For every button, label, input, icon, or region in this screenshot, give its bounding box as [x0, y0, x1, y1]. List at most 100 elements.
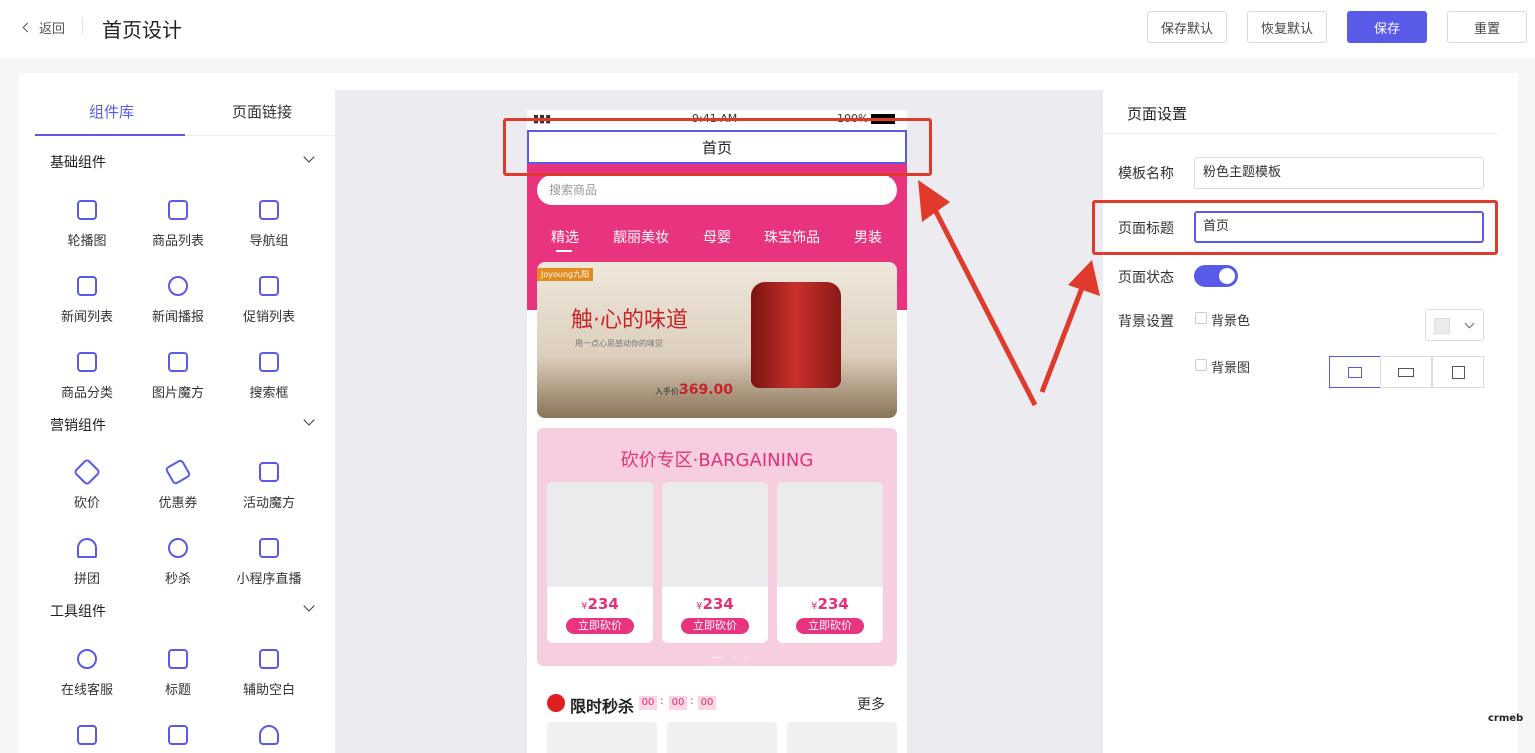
- comp-group-buy[interactable]: 拼团: [42, 538, 132, 587]
- countdown-seconds: 00: [698, 696, 716, 710]
- page-status-toggle[interactable]: [1194, 265, 1238, 287]
- banner-subtitle: 用一点心思感动你的味觉: [575, 339, 663, 348]
- divider: [82, 18, 83, 34]
- back-button[interactable]: 返回: [22, 18, 66, 37]
- bargain-button[interactable]: 立即砍价: [681, 618, 749, 634]
- colon: :: [690, 694, 694, 707]
- phone-tab[interactable]: 珠宝饰品: [764, 227, 820, 247]
- arrow-line: [1039, 279, 1088, 393]
- back-label: 返回: [39, 22, 66, 37]
- bargain-price: ¥234: [581, 595, 619, 613]
- image-icon: [259, 276, 279, 296]
- stretch-icon: [1398, 367, 1414, 377]
- comp-promo-list[interactable]: 促销列表: [224, 276, 314, 325]
- component-panel: 组件库 页面链接 基础组件 轮播图 商品列表 导航组 新闻列表 新闻播报 促销列…: [19, 73, 335, 753]
- colon: :: [660, 694, 664, 707]
- phone-tab[interactable]: 母婴: [703, 227, 731, 247]
- bg-expand-option[interactable]: [1432, 356, 1484, 388]
- comp-coupon[interactable]: 优惠券: [133, 458, 223, 511]
- banner-brand: Joyoung九阳: [537, 268, 594, 281]
- phone-tab[interactable]: 靓丽美妆: [613, 227, 669, 247]
- comp-bargain[interactable]: 砍价: [42, 457, 132, 511]
- bg-fit-option[interactable]: [1329, 356, 1381, 388]
- save-button[interactable]: 保存: [1347, 11, 1427, 43]
- flash-more-link[interactable]: 更多: [857, 694, 885, 714]
- chevron-down-icon: [1464, 318, 1475, 329]
- expand-icon: [1451, 365, 1465, 379]
- comp-title[interactable]: 标题: [133, 649, 223, 698]
- comp-product-category[interactable]: 商品分类: [42, 352, 132, 401]
- flash-card[interactable]: [667, 722, 777, 753]
- section-tools: 工具组件: [50, 604, 106, 620]
- heart-icon: [259, 725, 279, 745]
- edit-icon: [77, 276, 97, 296]
- image-icon: [168, 200, 188, 220]
- comp-live-stream[interactable]: 小程序直播: [224, 538, 314, 587]
- reset-button[interactable]: 重置: [1447, 11, 1527, 43]
- toggle-knob: [1219, 268, 1235, 284]
- countdown-minutes: 00: [669, 696, 687, 710]
- settings-title: 页面设置: [1127, 105, 1188, 123]
- comp-carousel[interactable]: 轮播图: [42, 200, 132, 249]
- phone-preview: ▮▮▮ 9:41 AM 100% 首页 搜索商品 精选 靓丽美妆 母婴 珠宝饰品…: [527, 110, 907, 753]
- spacer-icon: [259, 649, 279, 669]
- phone-tab-underline: [556, 250, 572, 252]
- bg-image-checkbox[interactable]: [1195, 359, 1207, 371]
- background-label: 背景设置: [1118, 314, 1174, 330]
- bargain-section: 砍价专区·BARGAINING ¥234 立即砍价 ¥234 立即砍价 ¥234 立即…: [537, 428, 897, 666]
- image-placeholder-icon: [547, 482, 653, 587]
- template-name-field[interactable]: 粉色主题模板: [1194, 157, 1484, 189]
- title-icon: [168, 649, 188, 669]
- bargain-title: 砍价专区·BARGAINING: [620, 450, 814, 471]
- page-title: 首页设计: [102, 18, 182, 42]
- phone-search[interactable]: 搜索商品: [537, 175, 897, 205]
- banner-image[interactable]: Joyoung九阳 触·心的味道 用一点心思感动你的味觉 入手价: 369.00: [537, 262, 897, 418]
- carousel-icon: [77, 200, 97, 220]
- comp-activity-cube[interactable]: 活动魔方: [224, 462, 314, 511]
- color-picker[interactable]: [1425, 309, 1484, 341]
- comp-crop[interactable]: [42, 725, 132, 753]
- countdown-hours: 00: [639, 696, 657, 710]
- flash-card[interactable]: [787, 722, 897, 753]
- flash-card[interactable]: [547, 722, 657, 753]
- tab-page-links[interactable]: 页面链接: [232, 101, 292, 122]
- image-icon: [168, 352, 188, 372]
- comp-online-service[interactable]: 在线客服: [42, 649, 132, 698]
- comp-scan[interactable]: [133, 725, 223, 753]
- chevron-down-icon[interactable]: [303, 414, 315, 426]
- live-icon: [259, 538, 279, 558]
- comp-spacer[interactable]: 辅助空白: [224, 649, 314, 698]
- tab-components[interactable]: 组件库: [89, 101, 134, 122]
- comp-favorite[interactable]: [224, 725, 314, 753]
- template-name-label: 模板名称: [1118, 166, 1174, 182]
- section-basic: 基础组件: [50, 155, 106, 171]
- arrow-head: [918, 180, 950, 222]
- chevron-down-icon[interactable]: [303, 600, 315, 612]
- flash-sale-icon: [547, 694, 565, 712]
- restore-default-button[interactable]: 恢复默认: [1247, 11, 1327, 43]
- comp-search-box[interactable]: 搜索框: [224, 352, 314, 401]
- bargain-card[interactable]: ¥234 立即砍价: [547, 482, 653, 643]
- phone-tab[interactable]: 男装: [854, 227, 882, 247]
- phone-tab[interactable]: 精选: [551, 227, 579, 247]
- banner-headline: 触·心的味道: [571, 308, 688, 333]
- chevron-down-icon[interactable]: [303, 151, 315, 163]
- bg-color-checkbox[interactable]: [1195, 312, 1207, 324]
- comp-news-broadcast[interactable]: 新闻播报: [133, 276, 223, 325]
- chat-icon: [77, 649, 97, 669]
- save-default-button[interactable]: 保存默认: [1147, 11, 1227, 43]
- comp-news-list[interactable]: 新闻列表: [42, 276, 132, 325]
- bargain-card[interactable]: ¥234 立即砍价: [662, 482, 768, 643]
- comp-image-cube[interactable]: 图片魔方: [133, 352, 223, 401]
- color-swatch: [1434, 318, 1450, 334]
- bargain-button[interactable]: 立即砍价: [566, 618, 634, 634]
- pagination-dots: — - -: [713, 652, 752, 663]
- bg-fill-option[interactable]: [1380, 356, 1432, 388]
- bargain-button[interactable]: 立即砍价: [796, 618, 864, 634]
- scan-icon: [168, 725, 188, 745]
- bargain-card[interactable]: ¥234 立即砍价: [777, 482, 883, 643]
- comp-flash-sale[interactable]: 秒杀: [133, 538, 223, 587]
- image-placeholder-icon: [777, 482, 883, 587]
- comp-product-list[interactable]: 商品列表: [133, 200, 223, 249]
- comp-nav-group[interactable]: 导航组: [224, 200, 314, 249]
